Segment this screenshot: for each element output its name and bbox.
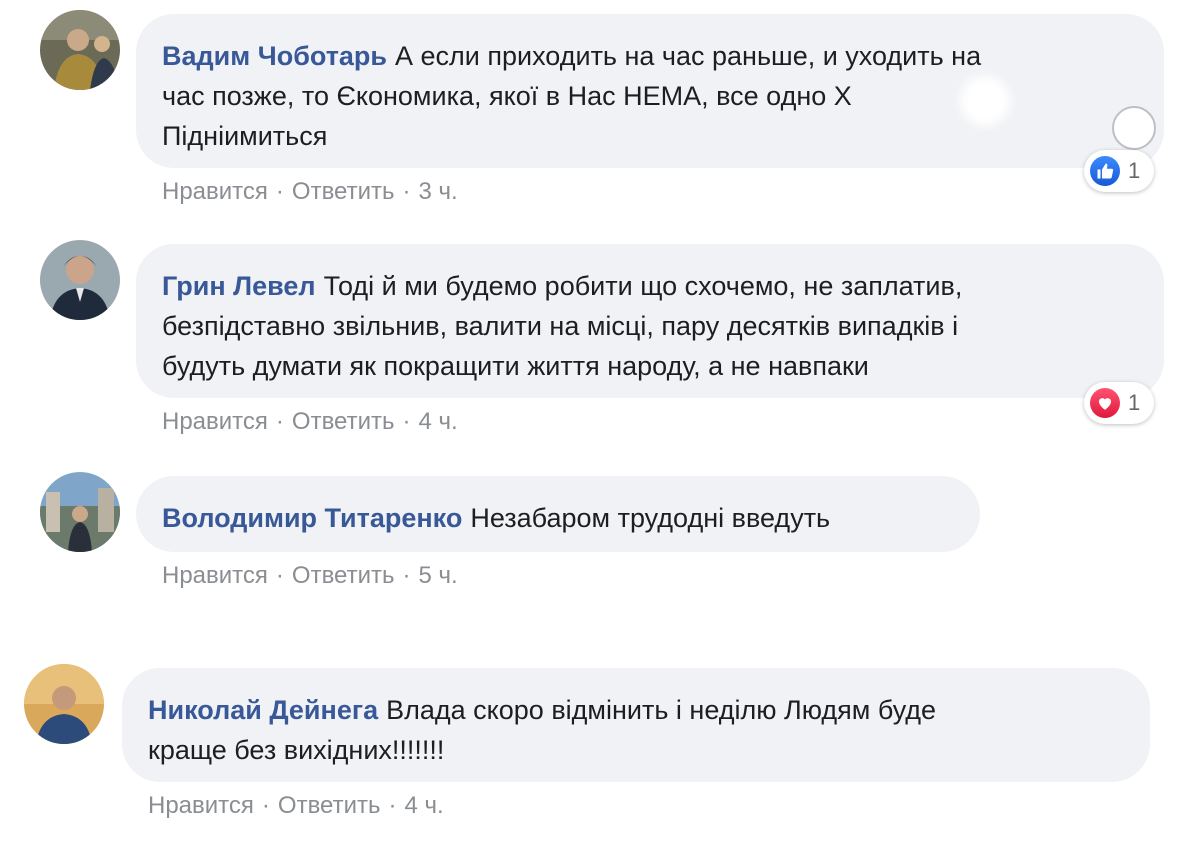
- reply-link[interactable]: Ответить: [292, 408, 395, 436]
- reaction-summary[interactable]: 1: [1084, 382, 1155, 424]
- comment-text-line: Тоді й ми будемо робити що схочемо, не з…: [323, 271, 963, 301]
- separator-dot: ·: [388, 792, 397, 819]
- love-icon: [1090, 388, 1120, 418]
- reaction-summary[interactable]: 1: [1084, 150, 1155, 192]
- comment-actions: Нравится · Ответить · 5 ч.: [162, 562, 458, 590]
- comment-text-line: будуть думати як покращити життя народу,…: [162, 351, 869, 381]
- like-link[interactable]: Нравится: [162, 562, 268, 590]
- separator-dot: ·: [275, 408, 284, 435]
- reply-link[interactable]: Ответить: [278, 792, 381, 820]
- blurred-area: [968, 84, 1002, 118]
- avatar[interactable]: [40, 240, 120, 320]
- reaction-count: 1: [1128, 390, 1141, 415]
- like-link[interactable]: Нравится: [162, 178, 268, 206]
- timestamp[interactable]: 4 ч.: [405, 792, 444, 820]
- comment-actions: Нравится · Ответить · 4 ч.: [148, 792, 444, 820]
- comment-actions: Нравится · Ответить · 4 ч.: [162, 408, 458, 436]
- comment-text-line: безпідставно звільнив, валити на місці, …: [162, 311, 959, 341]
- comment-text-line: краще без вихідних!!!!!!!: [148, 735, 445, 765]
- comment-text-line: Підніимиться: [162, 121, 328, 151]
- comment-bubble: Николай Дейнега Влада скоро відмінить і н…: [122, 668, 1150, 782]
- comment-text-line: А если приходить на час раньше, и уходит…: [395, 41, 982, 71]
- avatar[interactable]: [40, 472, 120, 552]
- avatar[interactable]: [24, 664, 104, 744]
- timestamp[interactable]: 5 ч.: [419, 562, 458, 590]
- like-icon: [1090, 156, 1120, 186]
- comment-author[interactable]: Вадим Чоботарь: [162, 41, 387, 71]
- timestamp[interactable]: 4 ч.: [419, 408, 458, 436]
- separator-dot: ·: [261, 792, 270, 819]
- comment-text-line: Незабаром трудодні введуть: [470, 503, 831, 533]
- separator-dot: ·: [402, 178, 411, 205]
- separator-dot: ·: [402, 408, 411, 435]
- like-link[interactable]: Нравится: [148, 792, 254, 820]
- reaction-count: 1: [1128, 158, 1141, 183]
- comment-bubble: Грин Левел Тоді й ми будемо робити що схо…: [136, 244, 1164, 398]
- reply-link[interactable]: Ответить: [292, 178, 395, 206]
- separator-dot: ·: [275, 562, 284, 589]
- reaction-picker-circle[interactable]: [1112, 106, 1156, 150]
- comment-text-line: час позже, то Єкономика, якої в Нас НЕМА…: [162, 81, 852, 111]
- comment-bubble: Володимир Титаренко Незабаром трудодні вв…: [136, 476, 980, 552]
- reply-link[interactable]: Ответить: [292, 562, 395, 590]
- comment-bubble: Вадим Чоботарь А если приходить на час ра…: [136, 14, 1164, 168]
- separator-dot: ·: [402, 562, 411, 589]
- comment-actions: Нравится · Ответить · 3 ч.: [162, 178, 458, 206]
- comment-author[interactable]: Николай Дейнега: [148, 695, 378, 725]
- comment-author[interactable]: Грин Левел: [162, 271, 316, 301]
- comment-text-line: Влада скоро відмінить і неділю Людям буд…: [386, 695, 937, 725]
- timestamp[interactable]: 3 ч.: [419, 178, 458, 206]
- comment-author[interactable]: Володимир Титаренко: [162, 503, 462, 533]
- avatar[interactable]: [40, 10, 120, 90]
- separator-dot: ·: [275, 178, 284, 205]
- like-link[interactable]: Нравится: [162, 408, 268, 436]
